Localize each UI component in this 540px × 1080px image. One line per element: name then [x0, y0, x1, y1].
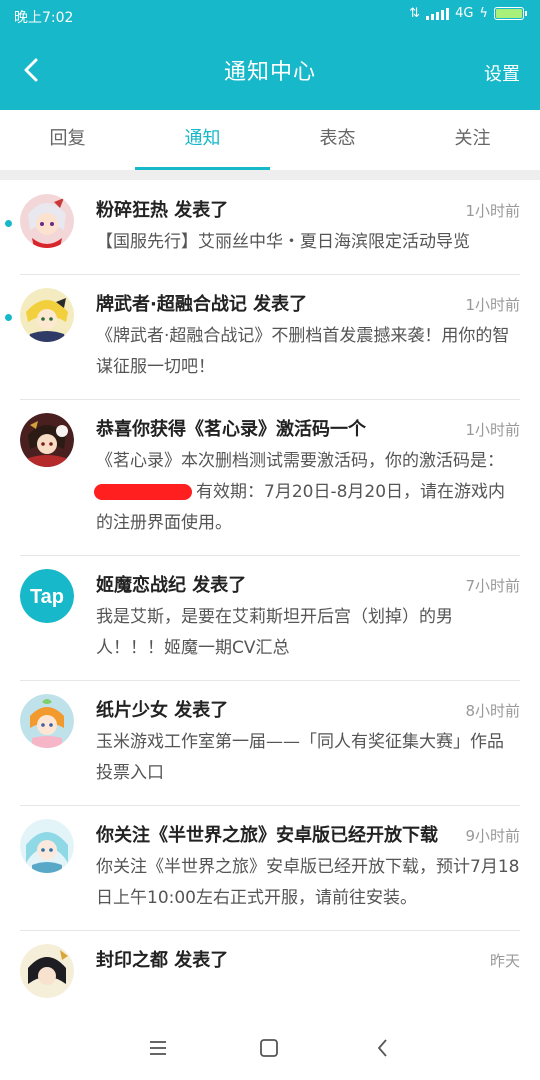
avatar-text: Tap	[30, 586, 64, 608]
notification-item[interactable]: Tap 姬魔恋战纪 发表了 7小时前 我是艾斯，是要在艾莉斯坦开后宫（划掉）的男…	[0, 555, 540, 680]
notification-title: 纸片少女 发表了	[96, 700, 229, 721]
notification-item[interactable]: 恭喜你获得《茗心录》激活码一个 1小时前 《茗心录》本次删档测试需要激活码，你的…	[0, 399, 540, 555]
network-type: 4G	[455, 6, 474, 21]
tab-notifications[interactable]: 通知	[135, 110, 270, 170]
notification-item[interactable]: 纸片少女 发表了 8小时前 玉米游戏工作室第一届——「同人有奖征集大赛」作品投票…	[0, 680, 540, 805]
notification-title: 封印之都 发表了	[96, 950, 229, 971]
notification-title: 你关注《半世界之旅》安卓版已经开放下载	[96, 825, 438, 846]
notification-body: 我是艾斯，是要在艾莉斯坦开后宫（划掉）的男人！！！姬魔一期CV汇总	[96, 607, 453, 658]
notification-title: 粉碎狂热 发表了	[96, 200, 229, 221]
redacted-code	[94, 484, 192, 500]
unread-dot-icon	[5, 314, 12, 321]
divider	[0, 170, 540, 180]
avatar: Tap	[20, 569, 74, 623]
avatar	[20, 194, 74, 248]
notification-item[interactable]: 粉碎狂热 发表了 1小时前 【国服先行】艾丽丝中华・夏日海滨限定活动导览	[0, 180, 540, 274]
status-indicators: ⇅ 4G ϟ	[409, 6, 527, 21]
status-bar: 晚上7:02 ⇅ 4G ϟ	[0, 0, 540, 30]
notification-body-text: 《茗心录》本次删档测试需要激活码，你的激活码是：	[96, 451, 504, 471]
tab-reply[interactable]: 回复	[0, 110, 135, 170]
page-title: 通知中心	[223, 60, 316, 85]
notification-time: 1小时前	[465, 421, 520, 439]
notification-time: 昨天	[489, 952, 520, 970]
home-square-icon	[260, 1039, 278, 1057]
avatar	[20, 819, 74, 873]
notification-body: 你关注《半世界之旅》安卓版已经开放下载，预计7月18日上午10:00左右正式开服…	[96, 857, 520, 908]
charging-icon: ϟ	[479, 6, 488, 21]
notification-item[interactable]: 牌武者·超融合战记 发表了 1小时前 《牌武者·超融合战记》不删档首发震撼来袭！…	[0, 274, 540, 399]
settings-button[interactable]: 设置	[484, 60, 520, 86]
menu-button[interactable]	[145, 1035, 171, 1061]
menu-icon	[150, 1041, 166, 1055]
notification-title: 牌武者·超融合战记 发表了	[96, 294, 308, 315]
notification-list: 粉碎狂热 发表了 1小时前 【国服先行】艾丽丝中华・夏日海滨限定活动导览 牌武者…	[0, 180, 540, 1015]
notification-body: 《茗心录》本次删档测试需要激活码，你的激活码是：有效期：7月20日-8月20日，…	[94, 446, 520, 539]
notification-body: 【国服先行】艾丽丝中华・夏日海滨限定活动导览	[96, 232, 470, 252]
notification-body: 玉米游戏工作室第一届——「同人有奖征集大赛」作品投票入口	[96, 732, 504, 783]
notification-time: 9小时前	[465, 827, 520, 845]
system-nav-bar	[0, 1015, 540, 1080]
tab-reactions[interactable]: 表态	[270, 110, 405, 170]
avatar	[20, 944, 74, 998]
notification-time: 7小时前	[465, 577, 520, 595]
notification-time: 1小时前	[465, 202, 520, 220]
notification-item[interactable]: 你关注《半世界之旅》安卓版已经开放下载 9小时前 你关注《半世界之旅》安卓版已经…	[0, 805, 540, 930]
avatar	[20, 413, 74, 467]
data-transfer-icon: ⇅	[409, 6, 421, 21]
home-button[interactable]	[256, 1035, 282, 1061]
app-bar: 通知中心 设置	[0, 30, 540, 110]
notification-title: 姬魔恋战纪 发表了	[96, 575, 247, 596]
notification-item[interactable]: 封印之都 发表了 昨天	[0, 930, 540, 998]
back-arrow-icon	[378, 1039, 387, 1057]
notification-time: 8小时前	[465, 702, 520, 720]
tab-bar: 回复 通知 表态 关注	[0, 110, 540, 170]
avatar	[20, 288, 74, 342]
signal-icon	[426, 7, 450, 20]
notification-time: 1小时前	[465, 296, 520, 314]
battery-icon	[494, 7, 527, 20]
status-time: 晚上7:02	[14, 10, 74, 26]
system-back-button[interactable]	[370, 1035, 396, 1061]
avatar	[20, 694, 74, 748]
tab-following[interactable]: 关注	[405, 110, 540, 170]
notification-title: 恭喜你获得《茗心录》激活码一个	[96, 419, 366, 440]
notification-body: 《牌武者·超融合战记》不删档首发震撼来袭！用你的智谋征服一切吧！	[96, 326, 510, 377]
unread-dot-icon	[5, 220, 12, 227]
